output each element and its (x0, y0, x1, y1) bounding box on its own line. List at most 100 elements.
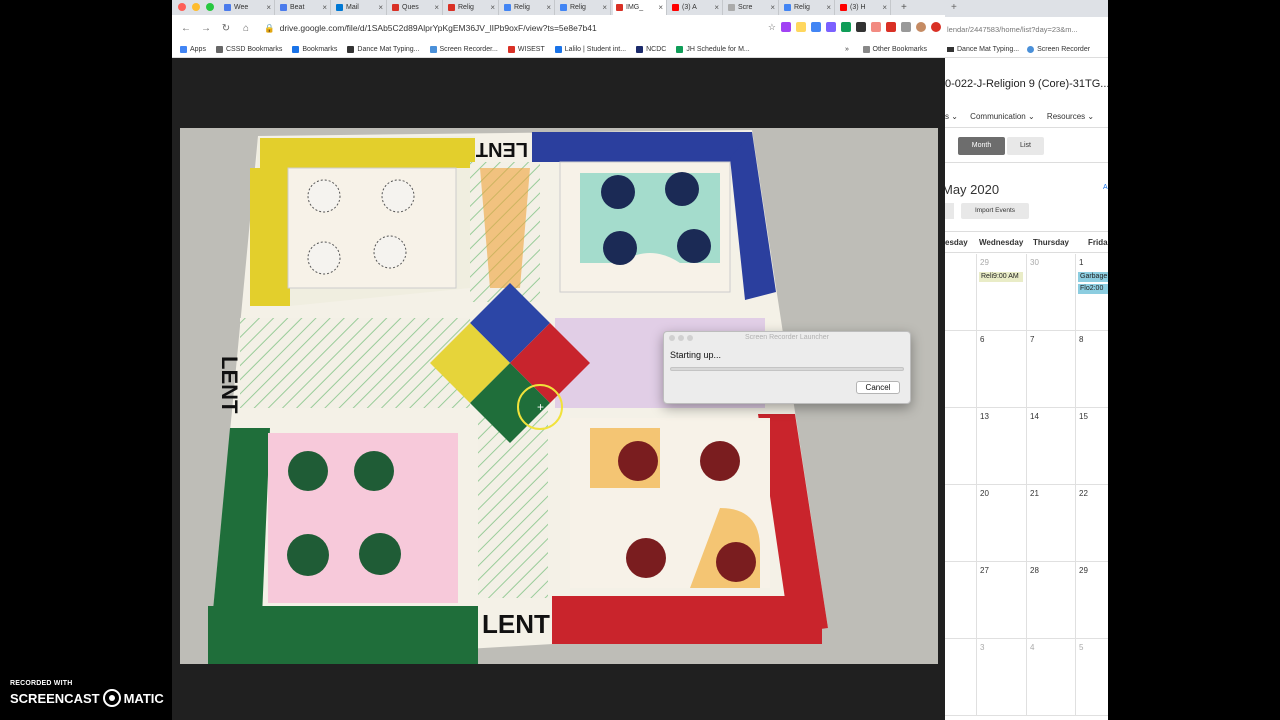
minimize-window-button[interactable] (192, 3, 200, 11)
side-link[interactable]: A (1103, 184, 1108, 191)
more-bookmarks-icon[interactable]: » (845, 46, 849, 53)
calendar-cell[interactable]: 29 Reli9:00 AM (977, 254, 1027, 331)
menu-item-truncated[interactable]: s ⌄ (945, 112, 958, 121)
calendar-cell[interactable]: 7 (1027, 331, 1076, 408)
extension-icon[interactable] (871, 22, 881, 32)
extension-icon[interactable] (886, 22, 896, 32)
view-month-button[interactable]: Month (958, 137, 1005, 155)
home-button[interactable]: ⌂ (240, 23, 252, 34)
bookmark-screen-recorder[interactable]: Screen Recorder (1037, 46, 1090, 53)
calendar-event[interactable]: Garbage (1078, 272, 1108, 282)
toolbar-button[interactable] (945, 203, 954, 219)
browser-tab[interactable]: Scre × (725, 0, 779, 15)
extension-icon[interactable] (901, 22, 911, 32)
calendar-event[interactable]: Flo2:00 (1078, 284, 1108, 294)
calendar-cell[interactable]: 6 (977, 331, 1027, 408)
close-tab-icon[interactable]: × (826, 3, 831, 12)
forward-button[interactable]: → (200, 23, 212, 34)
close-tab-icon[interactable]: × (434, 3, 439, 12)
address-bar[interactable]: 🔒 drive.google.com/file/d/1SAb5C2d89AlprY… (264, 23, 597, 34)
chrome-alert-icon[interactable] (931, 22, 941, 32)
calendar-cell[interactable]: 4 (1027, 639, 1076, 716)
calendar-cell[interactable] (945, 562, 977, 639)
course-title[interactable]: 0-022-J-Religion 9 (Core)-31TG... (945, 78, 1108, 90)
cancel-button[interactable]: Cancel (856, 381, 900, 394)
browser-tab[interactable]: Relig × (781, 0, 835, 15)
calendar-cell[interactable]: 3 (977, 639, 1027, 716)
close-tab-icon[interactable]: × (266, 3, 271, 12)
right-address-bar[interactable]: lendar/2447583/home/list?day=23&m... (945, 17, 1108, 42)
browser-tab[interactable]: Relig × (501, 0, 555, 15)
browser-tab[interactable]: Beat × (277, 0, 331, 15)
browser-tab[interactable]: Relig × (557, 0, 611, 15)
extension-icon[interactable] (781, 22, 791, 32)
extension-icon[interactable] (796, 22, 806, 32)
close-tab-icon[interactable]: × (770, 3, 775, 12)
calendar-cell[interactable]: 5 (1076, 639, 1108, 716)
extension-icon[interactable] (811, 22, 821, 32)
close-tab-icon[interactable]: × (490, 3, 495, 12)
bookmark-star-icon[interactable]: ☆ (768, 22, 776, 32)
calendar-cell[interactable]: 21 (1027, 485, 1076, 562)
close-tab-icon[interactable]: × (882, 3, 887, 12)
close-tab-icon[interactable]: × (546, 3, 551, 12)
browser-tab[interactable]: Ques × (389, 0, 443, 15)
calendar-cell[interactable] (945, 485, 977, 562)
extension-icon[interactable] (856, 22, 866, 32)
bookmark-item[interactable]: JH Schedule for M... (676, 45, 750, 53)
calendar-cell[interactable]: 28 (1027, 562, 1076, 639)
extension-icon[interactable] (841, 22, 851, 32)
calendar-cell[interactable]: 15 (1076, 408, 1108, 485)
bookmark-item[interactable]: NCDC (636, 45, 666, 53)
calendar-cell[interactable]: 27 (977, 562, 1027, 639)
bookmark-item[interactable]: Apps (180, 45, 206, 53)
browser-tab[interactable]: Wee × (221, 0, 275, 15)
browser-tab[interactable]: Mail × (333, 0, 387, 15)
extension-icon[interactable] (826, 22, 836, 32)
other-bookmarks[interactable]: Other Bookmarks (862, 45, 927, 53)
menu-item-communication[interactable]: Communication ⌄ (970, 112, 1035, 121)
calendar-cell[interactable] (945, 331, 977, 408)
browser-tab[interactable]: (3) H × (837, 0, 891, 15)
dialog-zoom-button[interactable] (687, 335, 693, 341)
new-tab-button[interactable]: + (901, 0, 907, 15)
calendar-cell[interactable] (945, 639, 977, 716)
browser-tab[interactable]: IMG_ × (613, 0, 667, 15)
bookmark-item[interactable]: WISEST (507, 45, 545, 53)
calendar-cell[interactable]: 13 (977, 408, 1027, 485)
profile-avatar[interactable] (916, 22, 926, 32)
close-tab-icon[interactable]: × (658, 3, 663, 12)
close-tab-icon[interactable]: × (378, 3, 383, 12)
browser-tab[interactable]: Relig × (445, 0, 499, 15)
calendar-cell[interactable]: 8 (1076, 331, 1108, 408)
close-tab-icon[interactable]: × (602, 3, 607, 12)
zoom-window-button[interactable] (206, 3, 214, 11)
dialog-close-button[interactable] (669, 335, 675, 341)
bookmark-item[interactable]: Bookmarks (292, 45, 337, 53)
calendar-cell[interactable]: 22 (1076, 485, 1108, 562)
calendar-cell[interactable]: 29 (1076, 562, 1108, 639)
calendar-cell[interactable] (945, 408, 977, 485)
browser-tab[interactable]: (3) A × (669, 0, 723, 15)
close-tab-icon[interactable]: × (714, 3, 719, 12)
calendar-cell[interactable]: 14 (1027, 408, 1076, 485)
bookmark-item[interactable]: Lalilo | Student int... (554, 45, 626, 53)
back-button[interactable]: ← (180, 23, 192, 34)
close-tab-icon[interactable]: × (322, 3, 327, 12)
dialog-minimize-button[interactable] (678, 335, 684, 341)
calendar-cell[interactable]: 30 (1027, 254, 1076, 331)
view-list-button[interactable]: List (1007, 137, 1044, 155)
bookmark-item[interactable]: Screen Recorder... (429, 45, 498, 53)
menu-item-resources[interactable]: Resources ⌄ (1047, 112, 1094, 121)
import-events-button[interactable]: Import Events (961, 203, 1029, 219)
bookmark-dance-mat[interactable]: Dance Mat Typing... (957, 46, 1019, 53)
calendar-cell[interactable]: 1 Garbage Flo2:00 (1076, 254, 1108, 331)
bookmark-item[interactable]: Dance Mat Typing... (347, 45, 420, 53)
bookmark-item[interactable]: CSSD Bookmarks (215, 45, 282, 53)
calendar-cell[interactable]: 20 (977, 485, 1027, 562)
reload-button[interactable]: ↻ (220, 23, 232, 34)
close-window-button[interactable] (178, 3, 186, 11)
calendar-event[interactable]: Reli9:00 AM (979, 272, 1023, 282)
new-tab-button[interactable]: + (951, 2, 957, 13)
calendar-cell[interactable] (945, 254, 977, 331)
